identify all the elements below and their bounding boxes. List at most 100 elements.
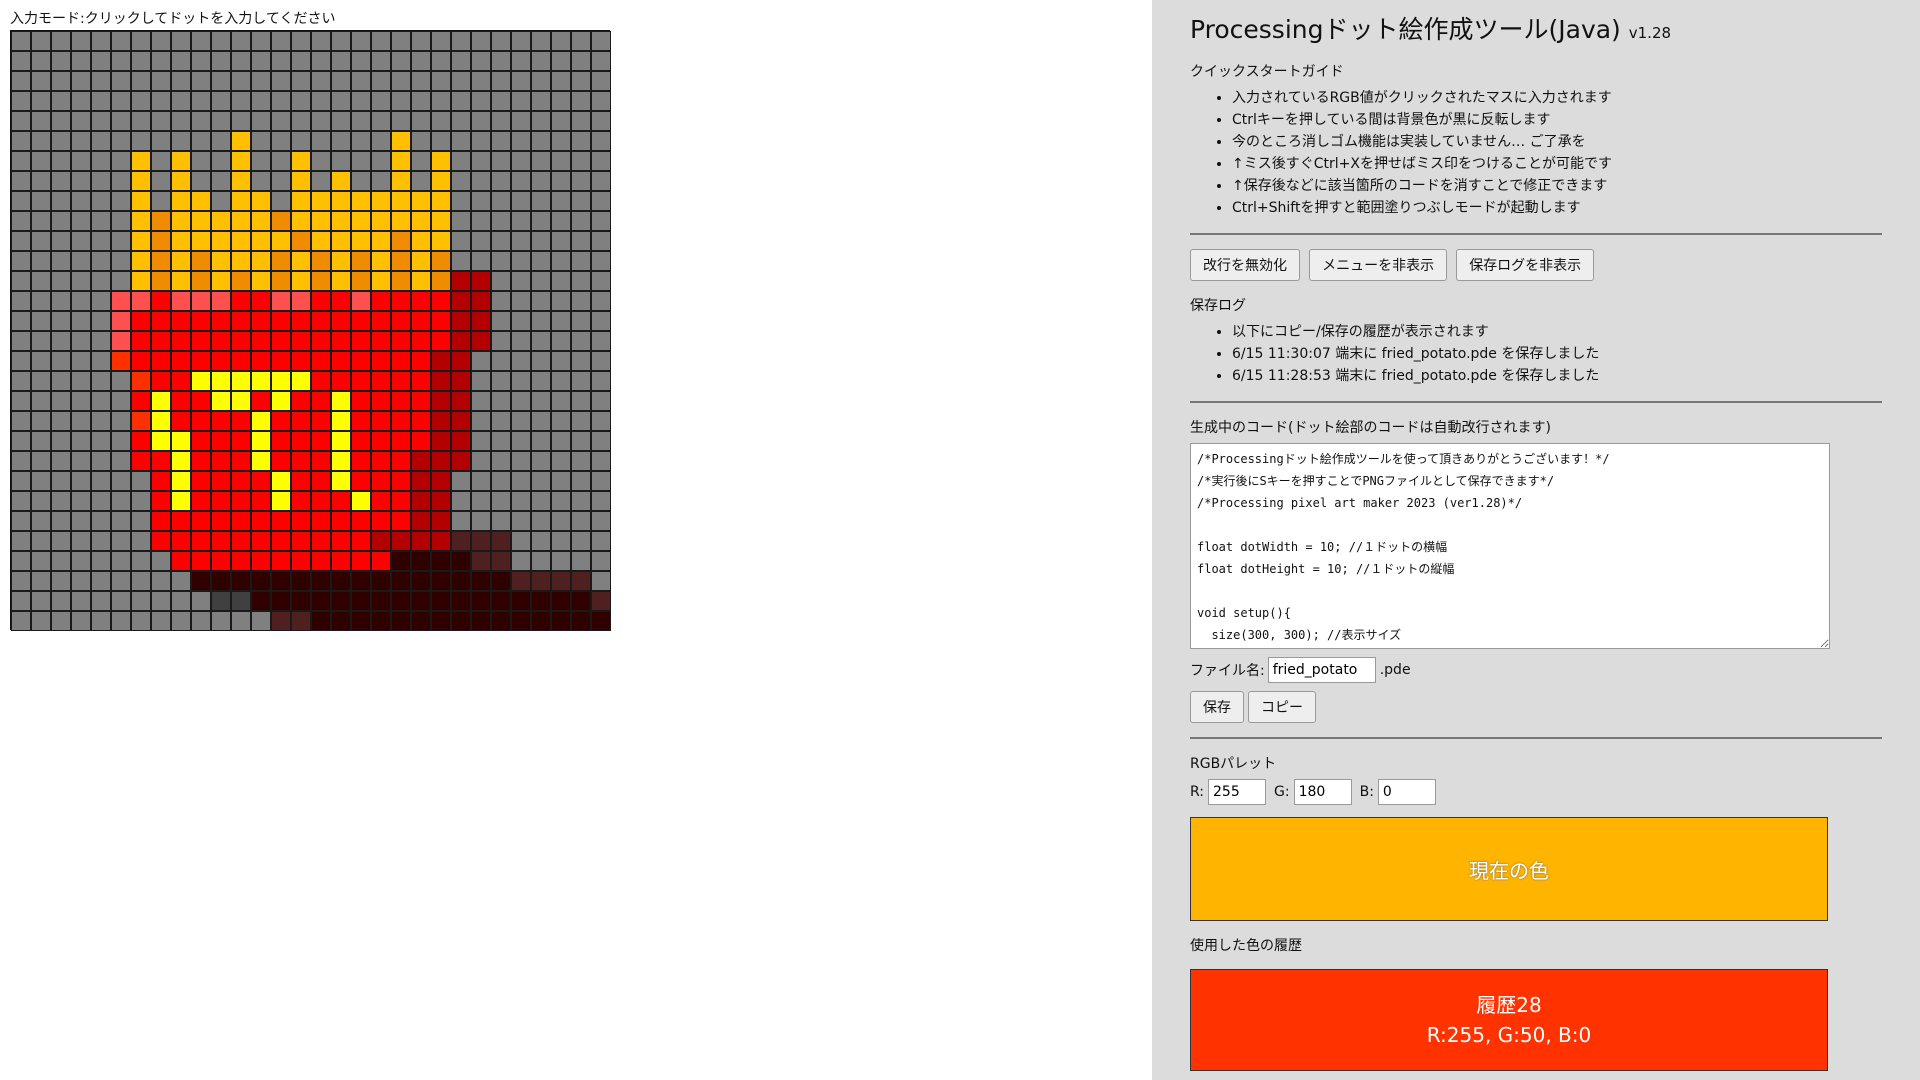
grid-cell[interactable] [51,451,71,471]
grid-cell[interactable] [131,51,151,71]
grid-cell[interactable] [171,271,191,291]
grid-cell[interactable] [271,211,291,231]
grid-cell[interactable] [451,131,471,151]
grid-cell[interactable] [111,191,131,211]
grid-cell[interactable] [291,231,311,251]
grid-cell[interactable] [411,611,431,631]
grid-cell[interactable] [271,611,291,631]
grid-cell[interactable] [331,211,351,231]
grid-cell[interactable] [151,591,171,611]
grid-cell[interactable] [491,611,511,631]
grid-cell[interactable] [391,391,411,411]
grid-cell[interactable] [51,431,71,451]
grid-cell[interactable] [151,71,171,91]
grid-cell[interactable] [151,471,171,491]
grid-cell[interactable] [231,51,251,71]
grid-cell[interactable] [591,151,611,171]
grid-cell[interactable] [391,411,411,431]
grid-cell[interactable] [431,211,451,231]
grid-cell[interactable] [11,111,31,131]
grid-cell[interactable] [31,31,51,51]
grid-cell[interactable] [491,131,511,151]
grid-cell[interactable] [211,171,231,191]
grid-cell[interactable] [11,311,31,331]
grid-cell[interactable] [131,571,151,591]
grid-cell[interactable] [231,551,251,571]
grid-cell[interactable] [351,231,371,251]
grid-cell[interactable] [311,411,331,431]
grid-cell[interactable] [571,131,591,151]
grid-cell[interactable] [331,251,351,271]
grid-cell[interactable] [511,391,531,411]
grid-cell[interactable] [331,511,351,531]
grid-cell[interactable] [11,371,31,391]
grid-cell[interactable] [531,91,551,111]
grid-cell[interactable] [11,131,31,151]
grid-cell[interactable] [351,131,371,151]
grid-cell[interactable] [531,431,551,451]
grid-cell[interactable] [331,231,351,251]
grid-cell[interactable] [231,71,251,91]
grid-cell[interactable] [471,471,491,491]
grid-cell[interactable] [451,191,471,211]
grid-cell[interactable] [471,611,491,631]
grid-cell[interactable] [251,211,271,231]
grid-cell[interactable] [291,591,311,611]
grid-cell[interactable] [391,111,411,131]
grid-cell[interactable] [351,571,371,591]
grid-cell[interactable] [111,311,131,331]
grid-cell[interactable] [511,151,531,171]
grid-cell[interactable] [131,351,151,371]
grid-cell[interactable] [171,131,191,151]
grid-cell[interactable] [471,531,491,551]
grid-cell[interactable] [411,131,431,151]
grid-cell[interactable] [531,451,551,471]
grid-cell[interactable] [31,51,51,71]
grid-cell[interactable] [291,571,311,591]
grid-cell[interactable] [371,571,391,591]
grid-cell[interactable] [71,271,91,291]
grid-cell[interactable] [271,371,291,391]
grid-cell[interactable] [191,111,211,131]
grid-cell[interactable] [351,551,371,571]
grid-cell[interactable] [171,351,191,371]
grid-cell[interactable] [311,231,331,251]
grid-cell[interactable] [551,171,571,191]
grid-cell[interactable] [291,51,311,71]
grid-cell[interactable] [411,171,431,191]
grid-cell[interactable] [251,271,271,291]
grid-cell[interactable] [311,211,331,231]
grid-cell[interactable] [551,191,571,211]
grid-cell[interactable] [451,151,471,171]
grid-cell[interactable] [311,71,331,91]
grid-cell[interactable] [411,31,431,51]
grid-cell[interactable] [531,191,551,211]
grid-cell[interactable] [551,251,571,271]
grid-cell[interactable] [491,251,511,271]
grid-cell[interactable] [71,531,91,551]
grid-cell[interactable] [91,451,111,471]
grid-cell[interactable] [271,491,291,511]
grid-cell[interactable] [251,571,271,591]
grid-cell[interactable] [371,351,391,371]
grid-cell[interactable] [391,471,411,491]
grid-cell[interactable] [191,71,211,91]
grid-cell[interactable] [511,431,531,451]
grid-cell[interactable] [431,371,451,391]
grid-cell[interactable] [591,31,611,51]
grid-cell[interactable] [411,391,431,411]
grid-cell[interactable] [51,491,71,511]
grid-cell[interactable] [31,271,51,291]
grid-cell[interactable] [211,531,231,551]
grid-cell[interactable] [411,351,431,371]
grid-cell[interactable] [451,271,471,291]
grid-cell[interactable] [291,431,311,451]
grid-cell[interactable] [271,31,291,51]
grid-cell[interactable] [191,451,211,471]
grid-cell[interactable] [91,251,111,271]
grid-cell[interactable] [331,571,351,591]
grid-cell[interactable] [151,551,171,571]
b-input[interactable] [1377,779,1436,805]
grid-cell[interactable] [31,131,51,151]
grid-cell[interactable] [151,231,171,251]
